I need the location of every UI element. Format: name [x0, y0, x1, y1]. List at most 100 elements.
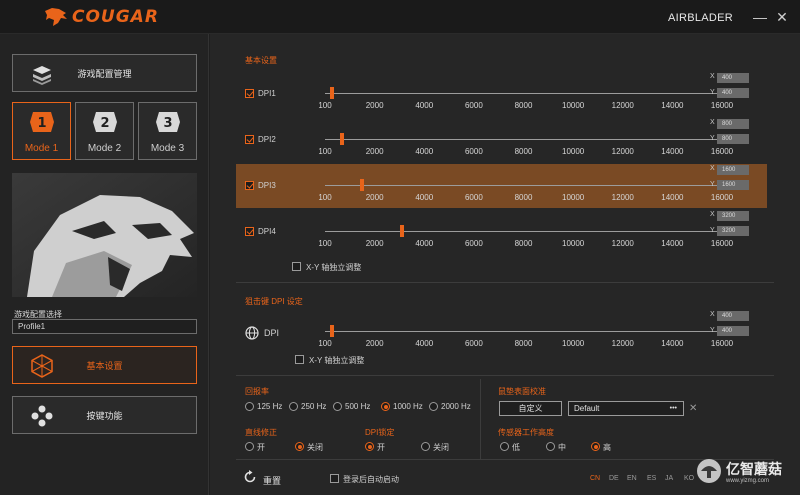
dpi-tick-label: 4000 — [415, 193, 434, 202]
y-axis-label: Y — [710, 89, 715, 96]
dpi-tick-label: 4000 — [415, 101, 434, 110]
dpi-label: DPI4 — [258, 227, 276, 236]
reset-label[interactable]: 重置 — [263, 474, 281, 487]
radio-angle-opts[interactable] — [245, 442, 254, 451]
dpi-label: DPI1 — [258, 89, 276, 98]
mode-1-button[interactable]: 1 Mode 1 — [12, 102, 71, 160]
radio-label: 高 — [603, 443, 611, 452]
radio-angle-opts[interactable] — [295, 442, 304, 451]
radio-label: 2000 Hz — [441, 402, 471, 411]
profile-management-button[interactable]: 游戏配置管理 — [12, 54, 197, 92]
dpi-y-value[interactable]: 400 — [717, 326, 749, 336]
dpi-slider-thumb[interactable] — [340, 133, 345, 145]
autostart-checkbox[interactable] — [330, 474, 339, 483]
polling-title: 回报率 — [245, 387, 269, 396]
dpi-enable-checkbox[interactable] — [245, 89, 254, 98]
clear-icon[interactable]: ✕ — [689, 403, 697, 414]
close-button[interactable]: ✕ — [774, 9, 790, 25]
dpi-tick-label: 16000 — [710, 193, 734, 202]
dpi-slider-track[interactable] — [325, 331, 722, 332]
radio-polling-opts[interactable] — [289, 402, 298, 411]
radio-label: 500 Hz — [345, 402, 371, 411]
x-axis-label: X — [710, 73, 715, 80]
dpi-slider-track[interactable] — [325, 231, 722, 232]
language-ja[interactable]: JA — [665, 475, 673, 482]
x-axis-label: X — [710, 119, 715, 126]
key-function-button[interactable]: 按键功能 — [12, 396, 197, 434]
radio-lock-opts[interactable] — [421, 442, 430, 451]
left-panel: 游戏配置管理 1 Mode 1 2 Mode 2 3 Mode 3 游戏配置选择… — [0, 34, 209, 495]
radio-polling-opts[interactable] — [429, 402, 438, 411]
language-de[interactable]: DE — [609, 475, 619, 482]
dpi-x-value[interactable]: 800 — [717, 119, 749, 129]
language-en[interactable]: EN — [627, 475, 637, 482]
dpi-y-value[interactable]: 800 — [717, 134, 749, 144]
y-axis-label: Y — [710, 181, 715, 188]
dpi-tick-label: 10000 — [562, 193, 585, 202]
radio-label: 关闭 — [433, 443, 449, 452]
dpi-enable-checkbox[interactable] — [245, 181, 254, 190]
radio-lod-opts[interactable] — [500, 442, 509, 451]
profile-select[interactable]: Profile1 — [12, 319, 197, 334]
dpi-lock-title: DPI锁定 — [365, 428, 395, 437]
sniper-title: 狙击键 DPI 设定 — [245, 297, 303, 306]
radio-lod-opts[interactable] — [591, 442, 600, 451]
surface-profile-select[interactable]: Default ••• — [568, 401, 684, 416]
dpi-tick-label: 10000 — [562, 239, 585, 248]
radio-label: 关闭 — [307, 443, 323, 452]
logo-text: COUGAR — [72, 7, 159, 27]
dpi-y-value[interactable]: 3200 — [717, 226, 749, 236]
mode-2-button[interactable]: 2 Mode 2 — [75, 102, 134, 160]
column-divider — [480, 379, 481, 459]
mode-1-label: Mode 1 — [24, 143, 59, 154]
dpi-x-value[interactable]: 3200 — [717, 211, 749, 221]
surface-custom-button[interactable]: 自定义 — [499, 401, 562, 416]
divider — [236, 375, 774, 376]
dpi-tick-label: 4000 — [415, 239, 434, 248]
dpi-enable-checkbox[interactable] — [245, 135, 254, 144]
dpi-slider-thumb[interactable] — [330, 87, 335, 99]
dpi-tick-label: 100 — [318, 239, 332, 248]
dpi-tick-label: 6000 — [464, 193, 483, 202]
dpi-slider-track[interactable] — [325, 139, 722, 140]
dpi-x-value[interactable]: 1600 — [717, 165, 749, 175]
language-es[interactable]: ES — [647, 475, 656, 482]
dpi-slider-thumb[interactable] — [330, 325, 335, 337]
basic-settings-button[interactable]: 基本设置 — [12, 346, 197, 384]
dpi-tick-label: 16000 — [710, 339, 734, 348]
radio-lod-opts[interactable] — [546, 442, 555, 451]
language-cn[interactable]: CN — [590, 475, 600, 482]
radio-polling-opts[interactable] — [333, 402, 342, 411]
cougar-logo: COUGAR — [44, 6, 159, 28]
radio-lock-opts[interactable] — [365, 442, 374, 451]
radio-polling-opts[interactable] — [245, 402, 254, 411]
cougar-head-icon — [45, 8, 67, 26]
mode-3-button[interactable]: 3 Mode 3 — [138, 102, 197, 160]
dpi-x-value[interactable]: 400 — [717, 311, 749, 321]
dpi-tick-label: 16000 — [710, 101, 734, 110]
dpi-y-value[interactable]: 1600 — [717, 180, 749, 190]
dpi-tick-label: 2000 — [365, 193, 384, 202]
angle-snap-title: 直线修正 — [245, 428, 277, 437]
profile-management-label: 游戏配置管理 — [77, 68, 132, 79]
dpi-enable-checkbox[interactable] — [245, 227, 254, 236]
dpi-tick-label: 10000 — [562, 339, 585, 348]
dpi-tick-label: 10000 — [562, 147, 585, 156]
dpi-tick-label: 12000 — [611, 147, 634, 156]
sniper-xy-independent-checkbox[interactable] — [295, 355, 304, 364]
dpi-y-value[interactable]: 400 — [717, 88, 749, 98]
dpi-slider-thumb[interactable] — [400, 225, 405, 237]
minimize-button[interactable]: — — [752, 9, 768, 25]
xy-independent-checkbox[interactable] — [292, 262, 301, 271]
title-bar: COUGAR AIRBLADER — ✕ — [0, 0, 800, 34]
dpi-x-value[interactable]: 400 — [717, 73, 749, 83]
more-icon[interactable]: ••• — [670, 402, 677, 415]
dpi-slider-track[interactable] — [325, 93, 722, 94]
dpi-tick-label: 8000 — [514, 339, 533, 348]
dpi-row: DPI1 100 2000 4000 6000 8000 10000 12000 14000 16… — [236, 72, 767, 116]
mode-3-label: Mode 3 — [150, 143, 185, 154]
dpi-slider-thumb[interactable] — [360, 179, 365, 191]
dpi-slider-track[interactable] — [325, 185, 722, 186]
reset-icon[interactable] — [243, 470, 257, 484]
radio-polling-opts[interactable] — [381, 402, 390, 411]
